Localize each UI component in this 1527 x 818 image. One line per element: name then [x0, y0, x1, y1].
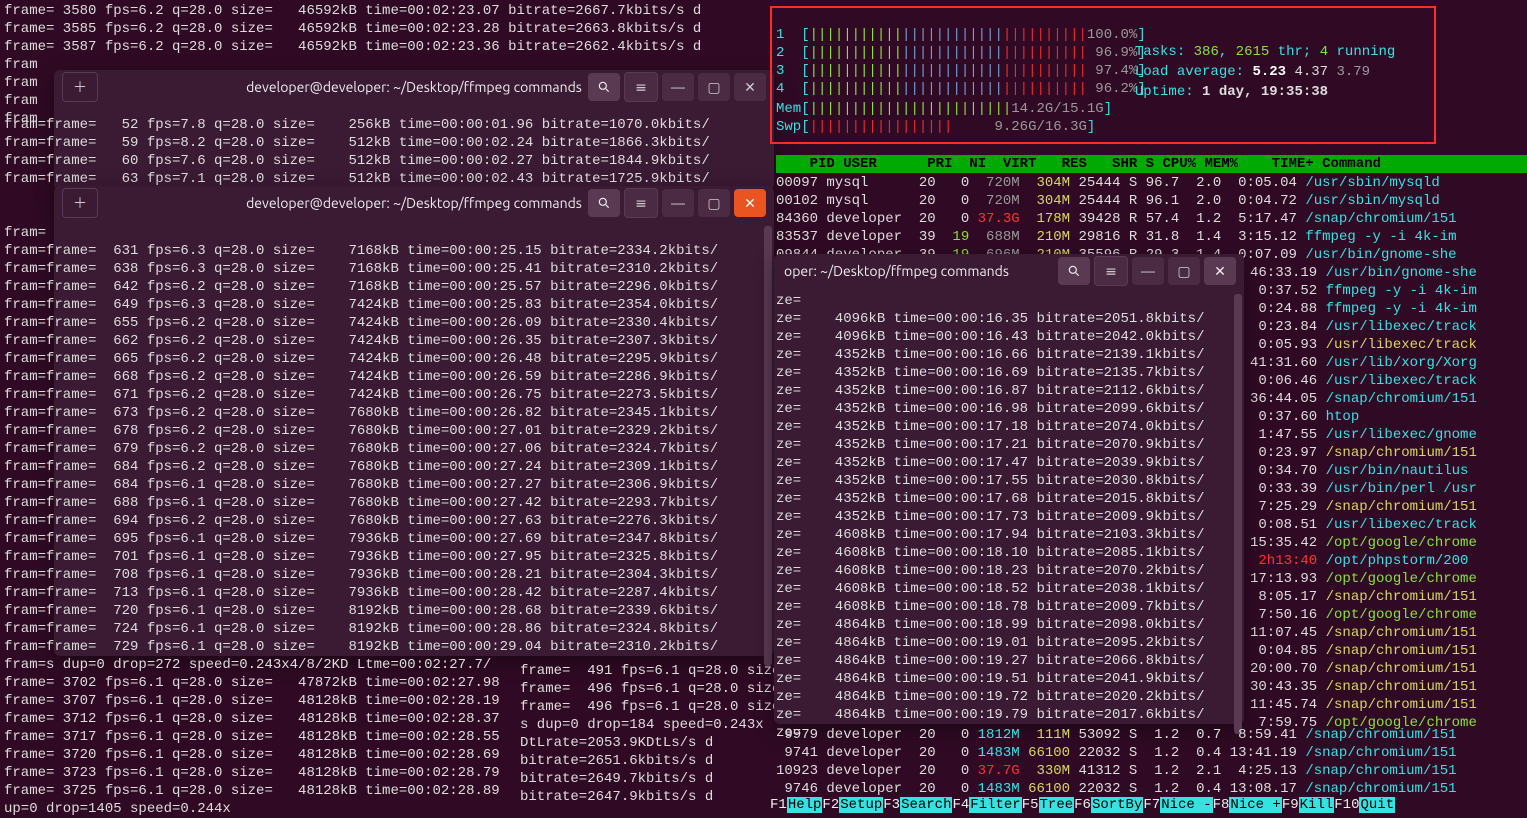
- close-button[interactable]: ✕: [1204, 257, 1236, 285]
- maximize-button[interactable]: ▢: [698, 189, 730, 217]
- bg-output-bottom-left: 4/8/2KD Ltme=00:02:27.7/frame= 3702 fps=…: [4, 656, 500, 818]
- minimize-icon: —: [1141, 263, 1155, 279]
- htop-process-list-cont[interactable]: 46:33.19 /usr/bin/gnome-she 0:37.52 ffmp…: [1250, 264, 1477, 732]
- hamburger-icon: ≡: [635, 79, 647, 96]
- search-button[interactable]: [588, 73, 620, 101]
- htop-header[interactable]: PID USER PRI NI VIRT RES SHR S CPU% MEM%…: [776, 155, 1527, 173]
- scrollbar[interactable]: [764, 226, 772, 666]
- titlebar[interactable]: ＋ developer@developer: ~/Desktop/ffmpeg …: [54, 186, 774, 220]
- maximize-icon: ▢: [1177, 263, 1190, 280]
- new-tab-button[interactable]: ＋: [62, 188, 98, 218]
- maximize-icon: ▢: [707, 79, 720, 96]
- maximize-button[interactable]: ▢: [1168, 257, 1200, 285]
- terminal-2-output: fram=fram=frame= 631 fps=6.3 q=28.0 size…: [4, 224, 718, 674]
- scrollbar[interactable]: [1234, 294, 1242, 734]
- hamburger-icon: ≡: [1105, 263, 1117, 280]
- htop-fkeys[interactable]: F1HelpF2SetupF3SearchF4FilterF5TreeF6Sor…: [770, 797, 1527, 813]
- highlight-box: [770, 6, 1436, 144]
- search-icon: [597, 80, 611, 94]
- search-button[interactable]: [588, 189, 620, 217]
- plus-icon: ＋: [73, 77, 87, 97]
- menu-button[interactable]: ≡: [624, 188, 658, 218]
- menu-button[interactable]: ≡: [624, 72, 658, 102]
- titlebar[interactable]: oper: ~/Desktop/ffmpeg commands ≡ — ▢ ✕: [774, 254, 1244, 288]
- titlebar[interactable]: ＋ developer@developer: ~/Desktop/ffmpeg …: [54, 70, 774, 104]
- search-icon: [1067, 264, 1081, 278]
- plus-icon: ＋: [73, 193, 87, 213]
- close-icon: ✕: [744, 195, 756, 212]
- terminal-1-output: fram=frame= 52 fps=7.8 q=28.0 size= 256k…: [4, 116, 710, 188]
- close-button[interactable]: ✕: [734, 189, 766, 217]
- search-button[interactable]: [1058, 257, 1090, 285]
- close-icon: ✕: [1214, 263, 1226, 280]
- htop-process-list-tail[interactable]: 9979 developer 20 0 1812M 111M 53092 S 1…: [776, 726, 1457, 798]
- minimize-button[interactable]: —: [662, 189, 694, 217]
- hamburger-icon: ≡: [635, 195, 647, 212]
- menu-button[interactable]: ≡: [1094, 256, 1128, 286]
- maximize-icon: ▢: [707, 195, 720, 212]
- bg-output-bottom-mid: frame= 491 fps=6.1 q=28.0 size=frame= 49…: [520, 662, 789, 806]
- terminal-3-output: ze=ze= 4096kB time=00:00:16.35 bitrate=2…: [776, 292, 1204, 742]
- minimize-icon: —: [671, 79, 685, 95]
- minimize-button[interactable]: —: [1132, 257, 1164, 285]
- close-button[interactable]: ✕: [734, 73, 766, 101]
- htop-process-list[interactable]: 00097 mysql 20 0 720M 304M 25444 S 96.7 …: [776, 174, 1457, 264]
- maximize-button[interactable]: ▢: [698, 73, 730, 101]
- minimize-button[interactable]: —: [662, 73, 694, 101]
- minimize-icon: —: [671, 195, 685, 211]
- new-tab-button[interactable]: ＋: [62, 72, 98, 102]
- search-icon: [597, 196, 611, 210]
- close-icon: ✕: [744, 79, 756, 96]
